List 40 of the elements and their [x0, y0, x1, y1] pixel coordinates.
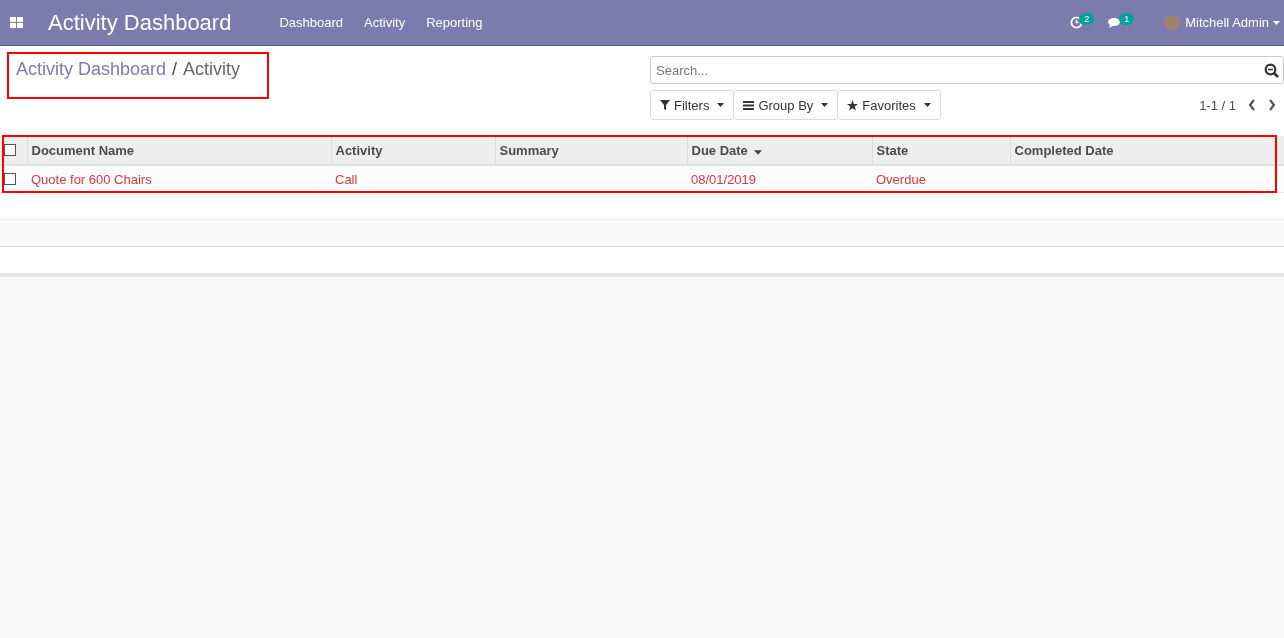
table-cell: Call	[335, 171, 358, 187]
user-menu[interactable]: Mitchell Admin	[1185, 15, 1269, 30]
column-header[interactable]: Due Date	[691, 142, 748, 158]
column-header[interactable]: State	[876, 142, 909, 158]
pager-value: 1-1 / 1	[1199, 97, 1236, 113]
filter-dropdown-button[interactable]: Filters	[650, 90, 735, 120]
menu-item[interactable]: Activity	[364, 15, 406, 30]
caret-icon	[923, 103, 931, 107]
favorite-dropdown-button[interactable]: Favorites	[837, 90, 941, 120]
previous-icon[interactable]	[1248, 99, 1256, 111]
breadcrumb-separator: /	[172, 59, 178, 81]
table-cell: Quote for 600 Chairs	[31, 171, 152, 187]
column-header[interactable]: Summary	[499, 142, 559, 158]
star-icon	[847, 99, 859, 111]
row-checkbox[interactable]	[4, 173, 16, 185]
column-header[interactable]: Completed Date	[1014, 142, 1114, 158]
filter-icon	[660, 100, 670, 110]
activity-count-badge: 2	[1079, 12, 1095, 25]
column-header[interactable]: Activity	[335, 142, 383, 158]
caret-icon	[821, 103, 829, 107]
breadcrumb-link[interactable]: Activity Dashboard	[16, 59, 167, 136]
message-count-badge: 1	[1119, 12, 1135, 25]
breadcrumb-current: Activity	[183, 59, 241, 81]
menu-item[interactable]: Reporting	[426, 15, 483, 30]
search-field[interactable]: Search...	[650, 56, 1284, 84]
caret-icon	[1273, 20, 1280, 25]
select-all-checkbox[interactable]	[4, 144, 16, 156]
next-icon[interactable]	[1268, 99, 1276, 111]
group-dropdown-button[interactable]: Group By	[733, 90, 839, 120]
caret-icon	[717, 103, 725, 107]
menu-item[interactable]: Dashboard	[279, 15, 344, 30]
sort-caret-icon	[753, 149, 762, 155]
apps-menu-icon[interactable]	[10, 17, 23, 28]
app-title: Activity Dashboard	[48, 9, 232, 36]
column-header[interactable]: Document Name	[31, 142, 135, 158]
clock-icon[interactable]	[1070, 16, 1084, 29]
table-cell: 08/01/2019	[691, 171, 757, 187]
table-cell: Overdue	[876, 171, 926, 187]
list-icon	[743, 100, 755, 110]
search-icon[interactable]	[1264, 63, 1279, 78]
